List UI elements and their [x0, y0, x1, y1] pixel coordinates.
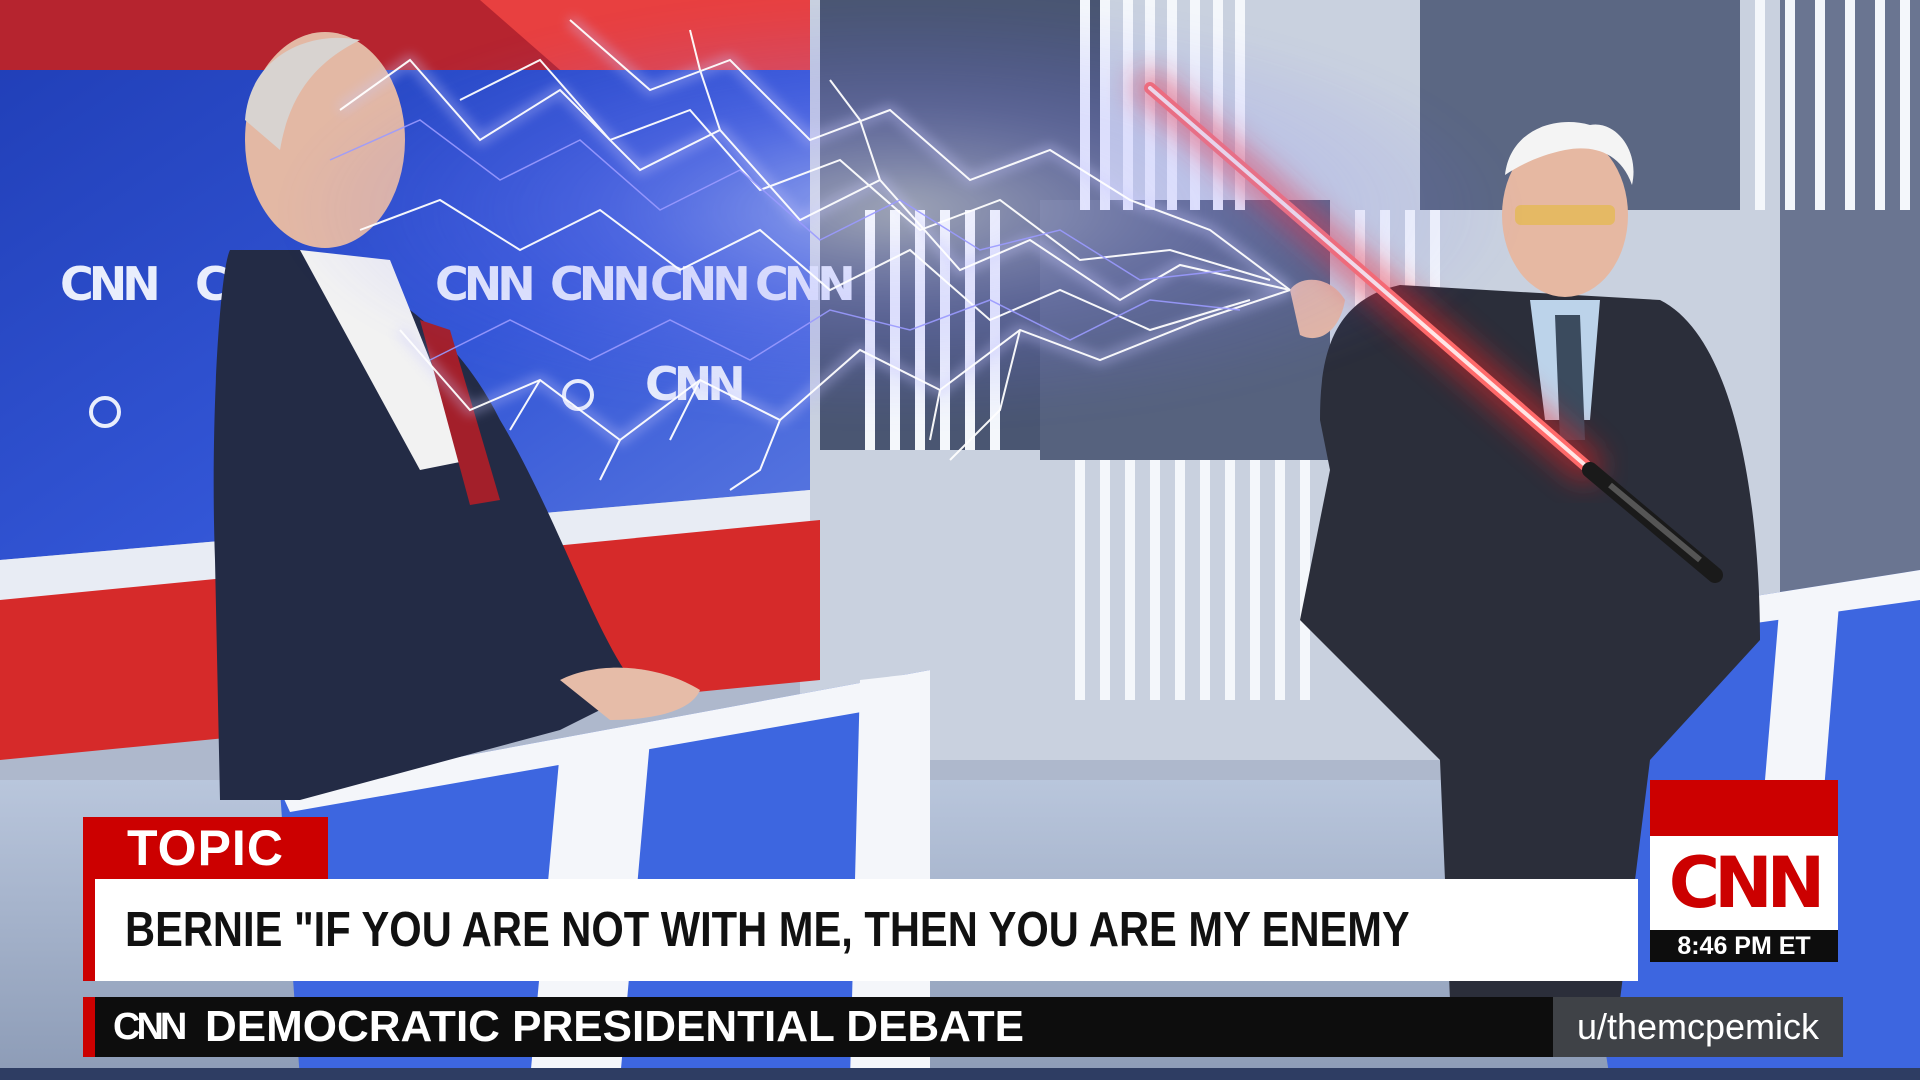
svg-text:CNN: CNN [60, 257, 157, 311]
debate-meme-frame: CNNCNN CNNCNN CNNCNN CNN [0, 0, 1920, 1080]
debate-stage-scene: CNNCNN CNNCNN CNNCNN CNN [0, 0, 1920, 1080]
